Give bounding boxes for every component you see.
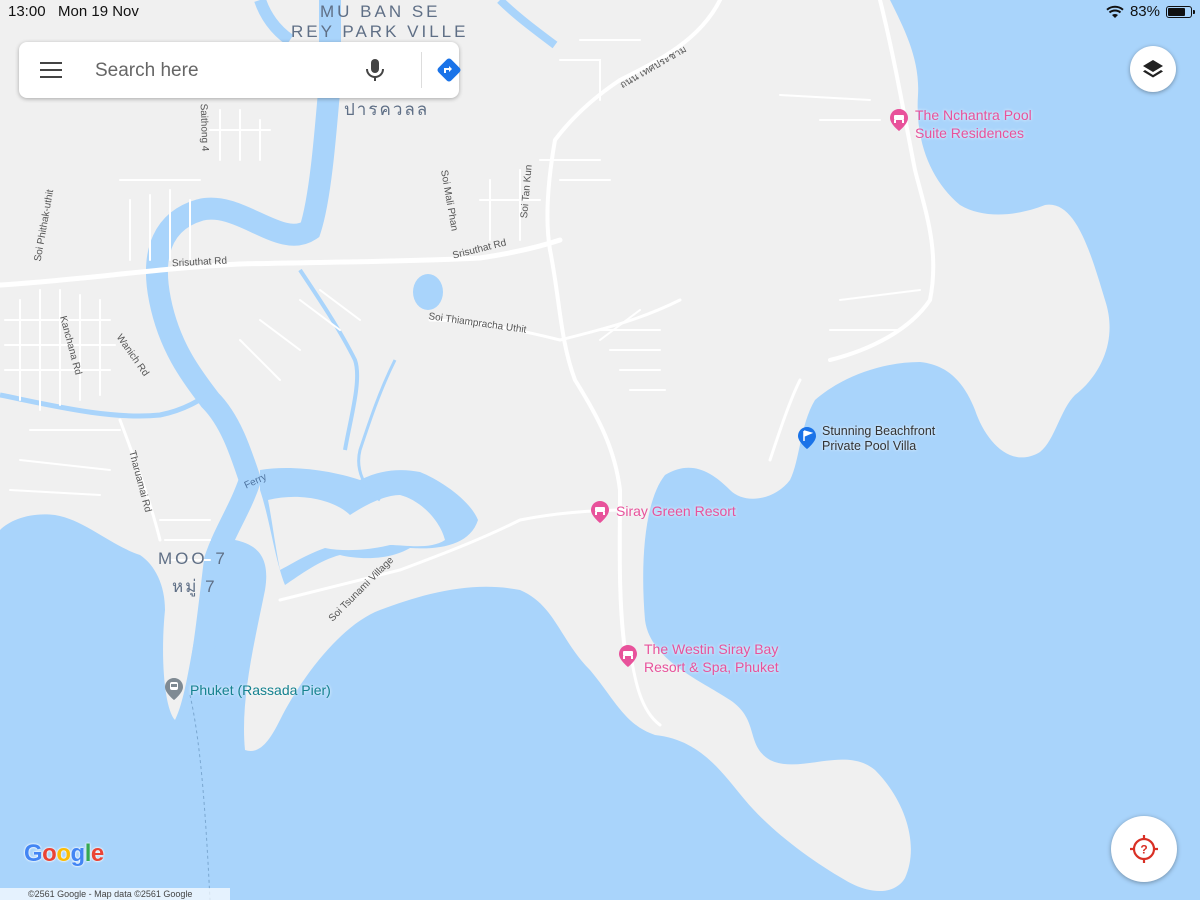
place-name-line1: Phuket (Rassada Pier) <box>190 682 331 698</box>
place-name-line1: Siray Green Resort <box>616 503 736 519</box>
place-name-line2: Private Pool Villa <box>822 439 917 453</box>
microphone-icon[interactable] <box>361 56 389 84</box>
map-copyright: ©2561 Google - Map data ©2561 Google <box>0 888 230 900</box>
status-bar: 13:00 Mon 19 Nov 83% <box>0 0 1200 24</box>
google-logo-letter: G <box>24 840 43 867</box>
transit-pin-icon <box>165 678 183 700</box>
layers-icon <box>1143 60 1163 78</box>
search-bar <box>19 42 461 98</box>
place-name-line1: Stunning Beachfront <box>822 424 936 438</box>
status-right: 83% <box>1106 3 1195 20</box>
menu-icon[interactable] <box>37 59 67 81</box>
status-time: 13:00 <box>8 3 46 20</box>
google-logo-letter: o <box>56 840 71 867</box>
hotel-pin-icon <box>591 501 609 523</box>
wifi-icon <box>1106 5 1124 18</box>
battery-percent: 83% <box>1129 3 1160 20</box>
battery-icon <box>1166 5 1195 18</box>
google-logo-letter: o <box>42 840 57 867</box>
place-name-line1: The Nchantra Pool <box>915 107 1032 123</box>
battery-fill <box>1168 7 1186 16</box>
pond <box>413 274 443 310</box>
svg-text:?: ? <box>1140 843 1147 857</box>
google-logo: Google <box>24 840 104 868</box>
place-name-line2: Resort & Spa, Phuket <box>644 659 779 675</box>
flag-pin-icon <box>798 427 816 449</box>
google-logo-letter: g <box>70 840 86 867</box>
crosshair-icon: ? <box>1130 835 1158 863</box>
hotel-pin-icon <box>619 645 637 667</box>
search-input[interactable] <box>93 54 347 88</box>
hotel-pin-icon <box>890 109 908 131</box>
directions-icon[interactable] <box>435 56 463 84</box>
status-date: Mon 19 Nov <box>58 3 139 20</box>
search-divider <box>421 52 422 88</box>
place-name-line2: Suite Residences <box>915 125 1024 141</box>
layers-button[interactable] <box>1130 46 1176 92</box>
my-location-button[interactable]: ? <box>1111 816 1177 882</box>
place-name-line1: The Westin Siray Bay <box>644 641 779 657</box>
google-logo-letter: e <box>90 840 104 867</box>
